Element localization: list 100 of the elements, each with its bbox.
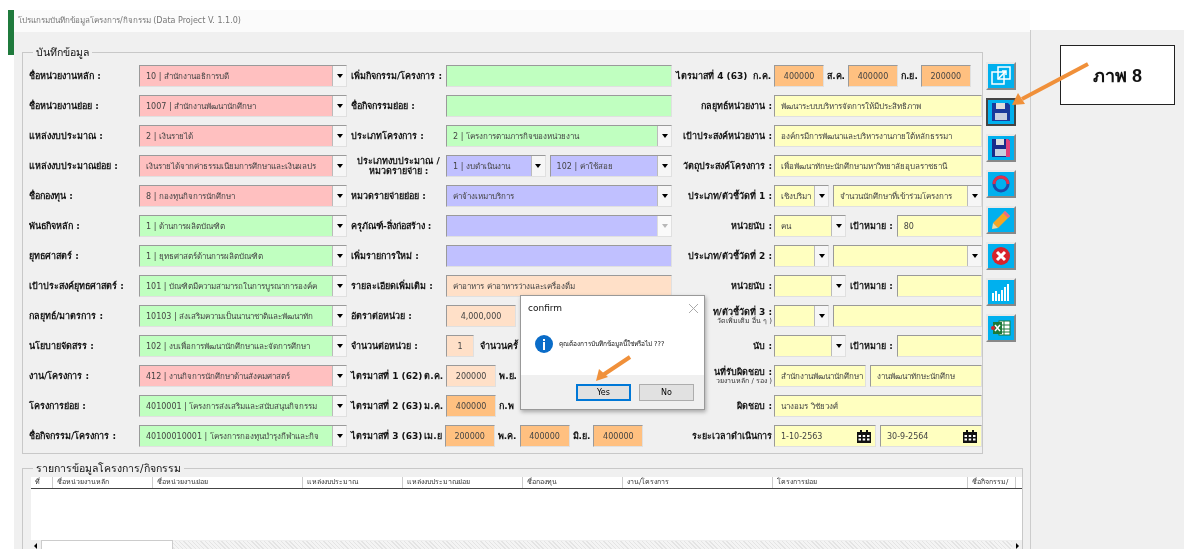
dropdown-button[interactable] <box>332 186 346 206</box>
date-field[interactable]: 1-10-2563 <box>774 425 876 447</box>
dropdown-field[interactable]: 10103 | ส่งเสริมความเป็นนานาชาติและพัฒนาทัก <box>139 305 347 327</box>
dropdown-button[interactable] <box>332 426 346 446</box>
calendar-icon[interactable] <box>963 429 977 443</box>
dropdown-button[interactable] <box>657 126 671 146</box>
dropdown-button[interactable] <box>332 66 346 86</box>
text-field[interactable]: ค่าอาหาร ค่าอาหารว่างและเครื่องดื่ม <box>446 275 672 297</box>
dropdown-field[interactable]: 2 | โครงการตามภารกิจของหน่วยงาน <box>446 125 672 147</box>
dropdown-button[interactable] <box>332 396 346 416</box>
text-field[interactable]: 80 <box>896 215 982 237</box>
text-field[interactable] <box>896 335 982 357</box>
text-field[interactable] <box>833 305 982 327</box>
text-field[interactable]: 400000 <box>774 65 825 87</box>
dropdown-field[interactable]: ค่าจ้างเหมาบริการ <box>446 185 672 207</box>
dropdown-field[interactable] <box>774 275 846 297</box>
dropdown-button[interactable] <box>332 126 346 146</box>
text-field[interactable]: องค์กรมีการพัฒนาและบริหารงานภายใต้หลักธรรมา <box>774 125 982 147</box>
dropdown-field[interactable]: 8 | กองทุนกิจการนักศึกษา <box>139 185 347 207</box>
dropdown-button[interactable] <box>332 306 346 326</box>
text-field[interactable]: 200000 <box>446 365 497 387</box>
text-field[interactable]: สำนักงานพัฒนานักศึกษา <box>774 365 866 387</box>
text-field[interactable] <box>446 245 672 267</box>
dialog-button[interactable]: No <box>639 383 694 401</box>
dropdown-field[interactable]: จำนวนนักศึกษาที่เข้าร่วมโครงการ <box>833 185 982 207</box>
dropdown-button[interactable] <box>967 186 981 206</box>
dropdown-field[interactable]: 412 | งานกิจการนักศึกษาด้านสังคมศาสตร์ <box>139 365 347 387</box>
text-field[interactable] <box>446 95 672 117</box>
dropdown-button[interactable] <box>814 246 828 266</box>
calendar-icon[interactable] <box>857 429 871 443</box>
dropdown-field[interactable]: 1 | ด้านการผลิตบัณฑิต <box>139 215 347 237</box>
field-label: ชื่อกองทุน : <box>29 190 74 202</box>
dropdown-field[interactable]: 102 | งบเพื่อการพัฒนานักศึกษาและจัดการศึกษา <box>139 335 347 357</box>
field-label: ต.ค. <box>424 370 444 383</box>
dropdown-field[interactable]: คน <box>774 215 846 237</box>
field-label: เม.ย <box>424 430 442 443</box>
dropdown-field[interactable] <box>833 245 982 267</box>
caret-icon <box>835 344 842 348</box>
dropdown-button[interactable] <box>814 186 828 206</box>
field-label: เป้าหมาย : <box>850 220 893 233</box>
field-label: ไตรมาสที่ 4 (63) <box>676 70 748 82</box>
text-field[interactable]: 400000 <box>519 425 570 447</box>
dropdown-button[interactable] <box>530 156 545 176</box>
dropdown-field[interactable]: 10 | สำนักงานอธิการบดี <box>139 65 347 87</box>
text-field[interactable]: นางอมร วิชัยวงศ์ <box>774 395 982 417</box>
field-label: นที่รับผิดชอบ : <box>714 366 772 378</box>
dropdown-button[interactable] <box>831 216 845 236</box>
text-field[interactable]: 400000 <box>446 395 497 417</box>
dropdown-field[interactable]: เงินรายได้จากค่าธรรมเนียมการศึกษาและเงินผลปร <box>139 155 347 177</box>
text-field[interactable] <box>446 65 672 87</box>
field-label: ชื่อกิจกรรมย่อย : <box>351 100 416 112</box>
dropdown-field[interactable]: 40100010001 | โครงการกองทุนบำรุงกีฬาและกิจ <box>139 425 347 447</box>
text-field[interactable]: 200000 <box>444 425 495 447</box>
text-field[interactable]: 400000 <box>593 425 644 447</box>
dropdown-field[interactable] <box>774 245 829 267</box>
dropdown-field[interactable]: 1007 | สำนักงานพัฒนานักศึกษา <box>139 95 347 117</box>
text-field[interactable]: งานพัฒนาทักษะนักศึกษ <box>869 365 982 387</box>
field-label: มิ.ย. <box>572 430 591 443</box>
text-field[interactable]: 1 <box>446 335 474 357</box>
text-field[interactable]: เพื่อพัฒนาทักษะนักศึกษามหาวิทยาลัยอุบลราชธานี <box>774 155 982 177</box>
text-field[interactable]: 400000 <box>847 65 898 87</box>
dropdown-button[interactable] <box>831 336 845 356</box>
toolbar-button[interactable] <box>986 98 1016 126</box>
dropdown-field[interactable]: เชิงปริมา <box>774 185 829 207</box>
field-label: เป้าประสงค์ยุทธศาสตร์ : <box>29 280 125 292</box>
text-field[interactable]: พัฒนาระบบบริหารจัดการให้มีประสิทธิภาพ <box>774 95 982 117</box>
panel-title: บันทึกข้อมูล <box>35 45 90 61</box>
date-field[interactable]: 30-9-2564 <box>880 425 982 447</box>
text-field[interactable] <box>896 275 982 297</box>
dropdown-button[interactable] <box>657 156 671 176</box>
dropdown-field[interactable] <box>774 335 846 357</box>
dropdown-button[interactable] <box>332 216 346 236</box>
dropdown-button[interactable] <box>332 336 346 356</box>
dropdown-field[interactable] <box>774 305 829 327</box>
dropdown-button[interactable] <box>332 156 346 176</box>
dropdown-button[interactable] <box>332 366 346 386</box>
dropdown-button[interactable] <box>967 246 981 266</box>
caret-icon <box>835 284 842 288</box>
text-field[interactable]: 4,000,000 <box>446 305 516 327</box>
dropdown-field[interactable]: 1 | งบดำเนินงาน <box>446 155 546 177</box>
dropdown-button[interactable] <box>657 186 671 206</box>
horizontal-scrollbar[interactable] <box>31 540 1022 549</box>
dropdown-field[interactable]: 4010001 | โครงการส่งเสริมและสนับสนุนกิจกรรม <box>139 395 347 417</box>
dropdown-button[interactable] <box>332 276 346 296</box>
dropdown-field[interactable]: 101 | บัณฑิตมีความสามารถในการบูรณาการองค์ค <box>139 275 347 297</box>
text-field[interactable]: 200000 <box>920 65 971 87</box>
window-title: โปรแกรมบันทึกข้อมูลโครงการ/กิจกรรม (Data Project V. 1.1.0) <box>14 10 1030 32</box>
field-label: ชื่อหน่วยงานย่อย : <box>29 100 100 112</box>
dropdown-button[interactable] <box>332 96 346 116</box>
dropdown-field[interactable]: 2 | เงินรายได้ <box>139 125 347 147</box>
dropdown-button[interactable] <box>332 246 346 266</box>
field-label: ประเภทโครงการ : <box>351 130 425 142</box>
caret-icon <box>336 434 343 438</box>
dropdown-field[interactable]: 102 | ค่าใช้สอย <box>549 155 672 177</box>
dropdown-button[interactable] <box>814 306 828 326</box>
dropdown-field[interactable]: 1 | ยุทธศาสตร์ด้านการผลิตบัณฑิต <box>139 245 347 267</box>
dialog-button[interactable]: Yes <box>576 383 631 401</box>
dropdown-button[interactable] <box>831 276 845 296</box>
delete-icon <box>991 246 1011 266</box>
expand-icon <box>991 66 1011 86</box>
